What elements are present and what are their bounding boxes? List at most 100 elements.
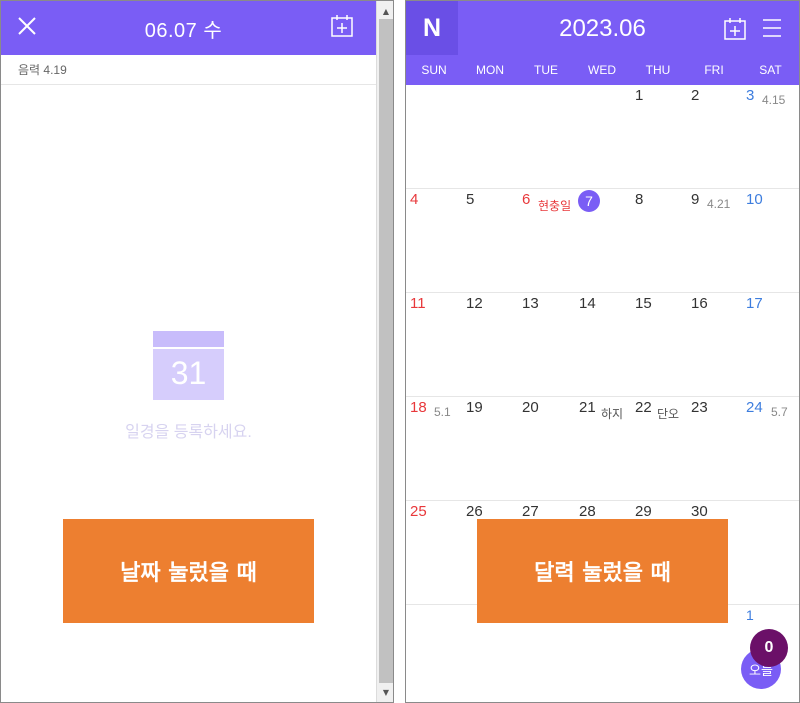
calendar-icon: 31 [153, 331, 224, 400]
month-calendar-panel: N 2023.06 SUN MON TUE WED THU FRI SAT 1 … [405, 0, 800, 703]
week-row: 1 2 3 4.15 [406, 85, 799, 189]
date-pressed-overlay: 날짜 눌렀을 때 [63, 519, 314, 623]
holiday-label: 단오 [657, 407, 680, 421]
day-number: 30 [691, 503, 708, 520]
weekday-label: FRI [704, 63, 724, 77]
day-number: 27 [522, 503, 539, 520]
day-cell[interactable]: 24 5.7 [742, 397, 798, 501]
day-number: 11 [410, 295, 426, 312]
menu-icon[interactable] [762, 19, 782, 41]
day-number: 25 [410, 503, 427, 520]
today-marker: 7 [578, 190, 600, 212]
vertical-scrollbar[interactable]: ▲ ▼ [376, 1, 393, 702]
day-cell[interactable]: 15 [630, 293, 686, 397]
add-schedule-icon[interactable] [723, 17, 747, 45]
day-cell[interactable]: 21 하지 [574, 397, 630, 501]
day-number: 14 [579, 295, 596, 312]
day-cell[interactable] [518, 85, 574, 189]
day-number: 12 [466, 295, 483, 312]
lunar-date-label: 4.15 [762, 93, 786, 107]
day-cell[interactable]: 4 [406, 189, 462, 293]
solar-term-label: 하지 [601, 407, 624, 421]
day-cell[interactable]: 1 [630, 85, 686, 189]
empty-state: 31 일경을 등록하세요. [1, 331, 376, 442]
scroll-down-arrow-icon[interactable]: ▼ [377, 684, 393, 700]
day-cell[interactable]: 25 [406, 501, 462, 605]
day-detail-content: 06.07 수 음력 4.19 31 일경을 등록하세요. 날짜 눌렀을 때 [1, 1, 376, 702]
day-number: 23 [691, 399, 708, 416]
day-number: 29 [635, 503, 652, 520]
day-cell[interactable]: 3 4.15 [742, 85, 798, 189]
day-cell[interactable]: 16 [686, 293, 742, 397]
lunar-date: 음력 4.19 [1, 55, 376, 85]
day-number: 1 [746, 607, 754, 623]
day-cell-today[interactable]: 7 [574, 189, 630, 293]
notification-badge[interactable]: 0 [750, 629, 788, 667]
calendar-header: N 2023.06 [406, 1, 799, 55]
day-cell[interactable]: 17 [742, 293, 798, 397]
lunar-date-label: 4.21 [707, 197, 731, 211]
day-cell[interactable]: 6 현충일 [518, 189, 574, 293]
day-number: 21 [579, 399, 596, 416]
weekday-label: THU [645, 63, 671, 77]
day-cell[interactable]: 10 [742, 189, 798, 293]
calendar-icon-number: 31 [170, 355, 207, 391]
day-cell[interactable]: 11 [406, 293, 462, 397]
day-number: 17 [746, 295, 763, 312]
add-schedule-icon[interactable] [330, 14, 354, 42]
day-cell[interactable] [742, 501, 798, 605]
holiday-label: 현충일 [538, 199, 572, 213]
day-number: 4 [410, 191, 419, 208]
day-cell[interactable]: 12 [462, 293, 518, 397]
day-number: 15 [635, 295, 652, 312]
day-number: 6 [522, 191, 531, 208]
day-cell[interactable] [574, 85, 630, 189]
close-icon[interactable] [17, 16, 37, 40]
day-number: 13 [522, 295, 539, 312]
day-number: 24 [746, 399, 763, 416]
scroll-up-arrow-icon[interactable]: ▲ [377, 3, 393, 19]
day-number: 5 [466, 191, 475, 208]
week-row: 11 12 13 14 15 16 17 [406, 293, 799, 397]
scrollbar-thumb[interactable] [379, 19, 393, 683]
day-cell[interactable]: 9 4.21 [686, 189, 742, 293]
lunar-date-label: 5.1 [434, 405, 451, 419]
day-cell[interactable] [406, 85, 462, 189]
day-number: 3 [746, 87, 755, 104]
week-row: 4 5 6 현충일 7 8 9 4.21 10 [406, 189, 799, 293]
day-number: 1 [635, 87, 644, 104]
day-number: 20 [522, 399, 539, 416]
day-number: 22 [635, 399, 652, 416]
weekday-label: MON [476, 63, 504, 77]
day-cell[interactable]: 18 5.1 [406, 397, 462, 501]
day-cell[interactable]: 8 [630, 189, 686, 293]
day-cell[interactable] [462, 85, 518, 189]
day-number: 10 [746, 191, 763, 208]
weekday-label: TUE [534, 63, 558, 77]
day-number: 8 [635, 191, 644, 208]
day-cell[interactable]: 2 [686, 85, 742, 189]
day-number: 16 [691, 295, 708, 312]
day-number: 18 [410, 399, 427, 416]
weekday-label: SUN [421, 63, 447, 77]
day-cell[interactable]: 13 [518, 293, 574, 397]
day-number: 26 [466, 503, 483, 520]
weekday-header-row: SUN MON TUE WED THU FRI SAT [406, 55, 799, 85]
empty-message: 일경을 등록하세요. [125, 424, 252, 441]
lunar-date-label: 5.7 [771, 405, 788, 419]
day-cell[interactable]: 22 단오 [630, 397, 686, 501]
day-number: 19 [466, 399, 483, 416]
day-cell[interactable]: 14 [574, 293, 630, 397]
page: 06.07 수 음력 4.19 31 일경을 등록하세요. 날짜 눌렀을 때 ▲… [0, 0, 800, 703]
selected-date-title: 06.07 수 [144, 19, 223, 42]
day-cell[interactable]: 5 [462, 189, 518, 293]
day-cell[interactable]: 23 [686, 397, 742, 501]
weekday-label: SAT [759, 63, 782, 77]
day-cell[interactable]: 19 [462, 397, 518, 501]
day-number: 2 [691, 87, 700, 104]
day-cell[interactable]: 20 [518, 397, 574, 501]
day-detail-panel: 06.07 수 음력 4.19 31 일경을 등록하세요. 날짜 눌렀을 때 ▲… [0, 0, 394, 703]
calendar-pressed-overlay: 달력 눌렀을 때 [477, 519, 728, 623]
day-detail-header: 06.07 수 [1, 1, 376, 55]
day-number: 28 [579, 503, 596, 520]
